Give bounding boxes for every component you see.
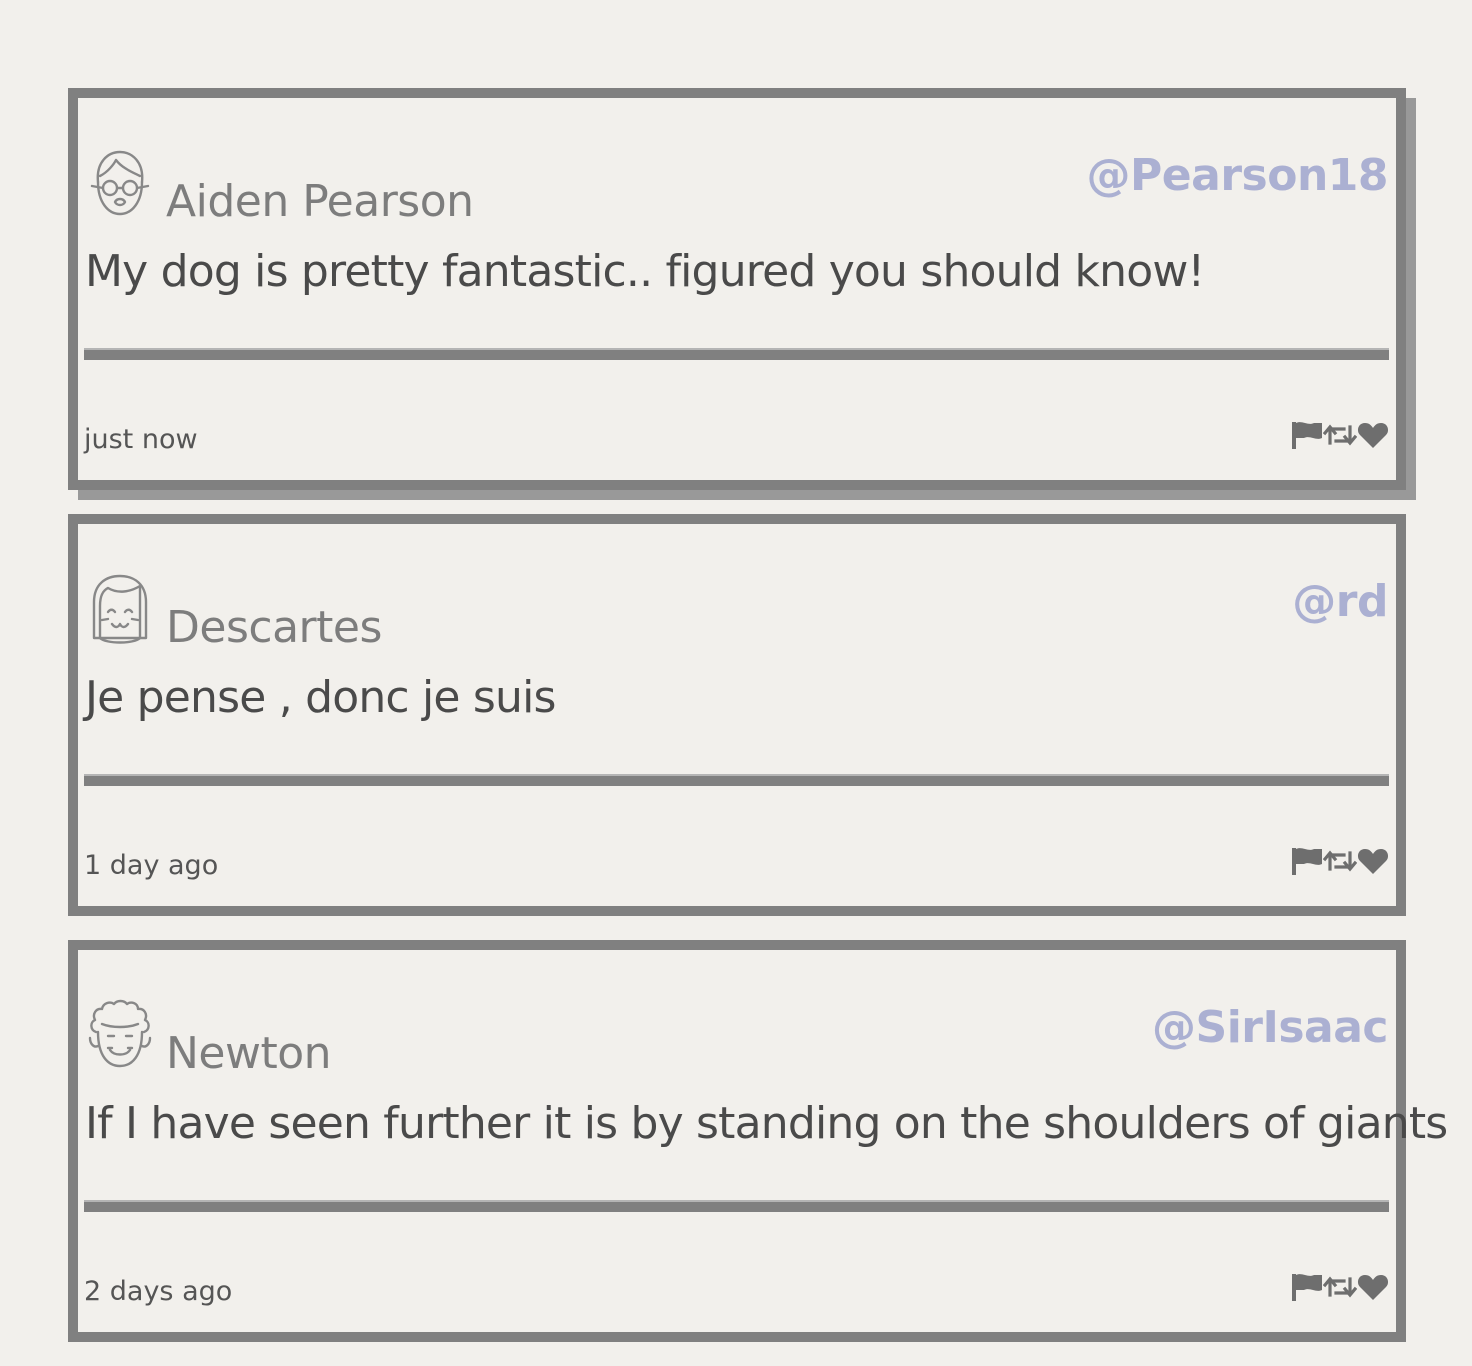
curly-hair-face-icon [86,998,154,1072]
flag-icon[interactable] [1291,420,1323,450]
author-name: Descartes [166,602,382,653]
tweet-actions [1291,1272,1389,1302]
bangs-face-icon [86,572,154,646]
retweet-icon[interactable] [1323,421,1357,449]
tweet-message: If I have seen further it is by standing… [85,1098,1448,1149]
heart-icon[interactable] [1357,847,1389,875]
tweet-timestamp: 2 days ago [84,1276,233,1307]
divider [84,348,1389,360]
tweet-card[interactable]: Descartes @rd Je pense , donc je suis 1 … [68,514,1406,916]
author-handle[interactable]: @SirIsaac [1152,1002,1389,1053]
tweet-actions [1291,420,1389,450]
flag-icon[interactable] [1291,846,1323,876]
flag-icon[interactable] [1291,1272,1323,1302]
tweet-card[interactable]: Aiden Pearson @Pearson18 My dog is prett… [68,88,1406,490]
tweet-actions [1291,846,1389,876]
divider [84,1200,1389,1212]
tweet-timestamp: 1 day ago [84,850,219,881]
divider [84,774,1389,786]
author-handle[interactable]: @Pearson18 [1087,150,1389,201]
author-name: Newton [166,1028,332,1079]
tweet-timestamp: just now [84,424,198,455]
tweet-card[interactable]: Newton @SirIsaac If I have seen further … [68,940,1448,1342]
retweet-icon[interactable] [1323,1273,1357,1301]
heart-icon[interactable] [1357,421,1389,449]
author-name: Aiden Pearson [166,176,474,227]
tweet-message: Je pense , donc je suis [85,672,556,723]
glasses-face-icon [86,146,154,220]
tweet-message: My dog is pretty fantastic.. figured you… [85,246,1205,297]
retweet-icon[interactable] [1323,847,1357,875]
heart-icon[interactable] [1357,1273,1389,1301]
author-handle[interactable]: @rd [1292,576,1388,627]
tweet-feed: Aiden Pearson @Pearson18 My dog is prett… [68,88,1448,1366]
